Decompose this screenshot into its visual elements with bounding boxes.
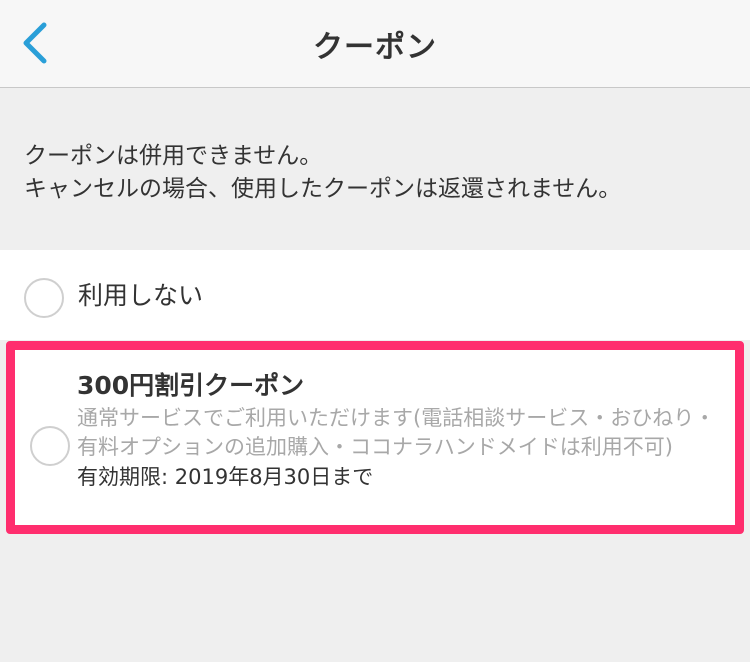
navigation-bar: クーポン xyxy=(0,0,750,88)
coupon-details: 300円割引クーポン 通常サービスでご利用いただけます(電話相談サービス・おひね… xyxy=(77,368,727,493)
radio-coupon-300-yen[interactable] xyxy=(30,426,70,466)
coupon-description: 通常サービスでご利用いただけます(電話相談サービス・おひねり・有料オプションの追… xyxy=(77,406,716,459)
page-title: クーポン xyxy=(313,30,437,65)
notice-line-1: クーポンは併用できません。 xyxy=(24,143,323,169)
option-no-coupon[interactable]: 利用しない xyxy=(0,250,750,340)
coupon-option-300-yen[interactable]: 300円割引クーポン 通常サービスでご利用いただけます(電話相談サービス・おひね… xyxy=(6,341,744,534)
notice-line-2: キャンセルの場合、使用したクーポンは返還されません。 xyxy=(24,176,622,202)
coupon-title: 300円割引クーポン xyxy=(77,371,305,400)
option-no-coupon-label: 利用しない xyxy=(78,281,204,310)
radio-no-coupon[interactable] xyxy=(24,278,64,318)
coupon-expiry: 有効期限: 2019年8月30日まで xyxy=(77,465,374,489)
coupon-notice: クーポンは併用できません。 キャンセルの場合、使用したクーポンは返還されません。 xyxy=(24,140,724,206)
